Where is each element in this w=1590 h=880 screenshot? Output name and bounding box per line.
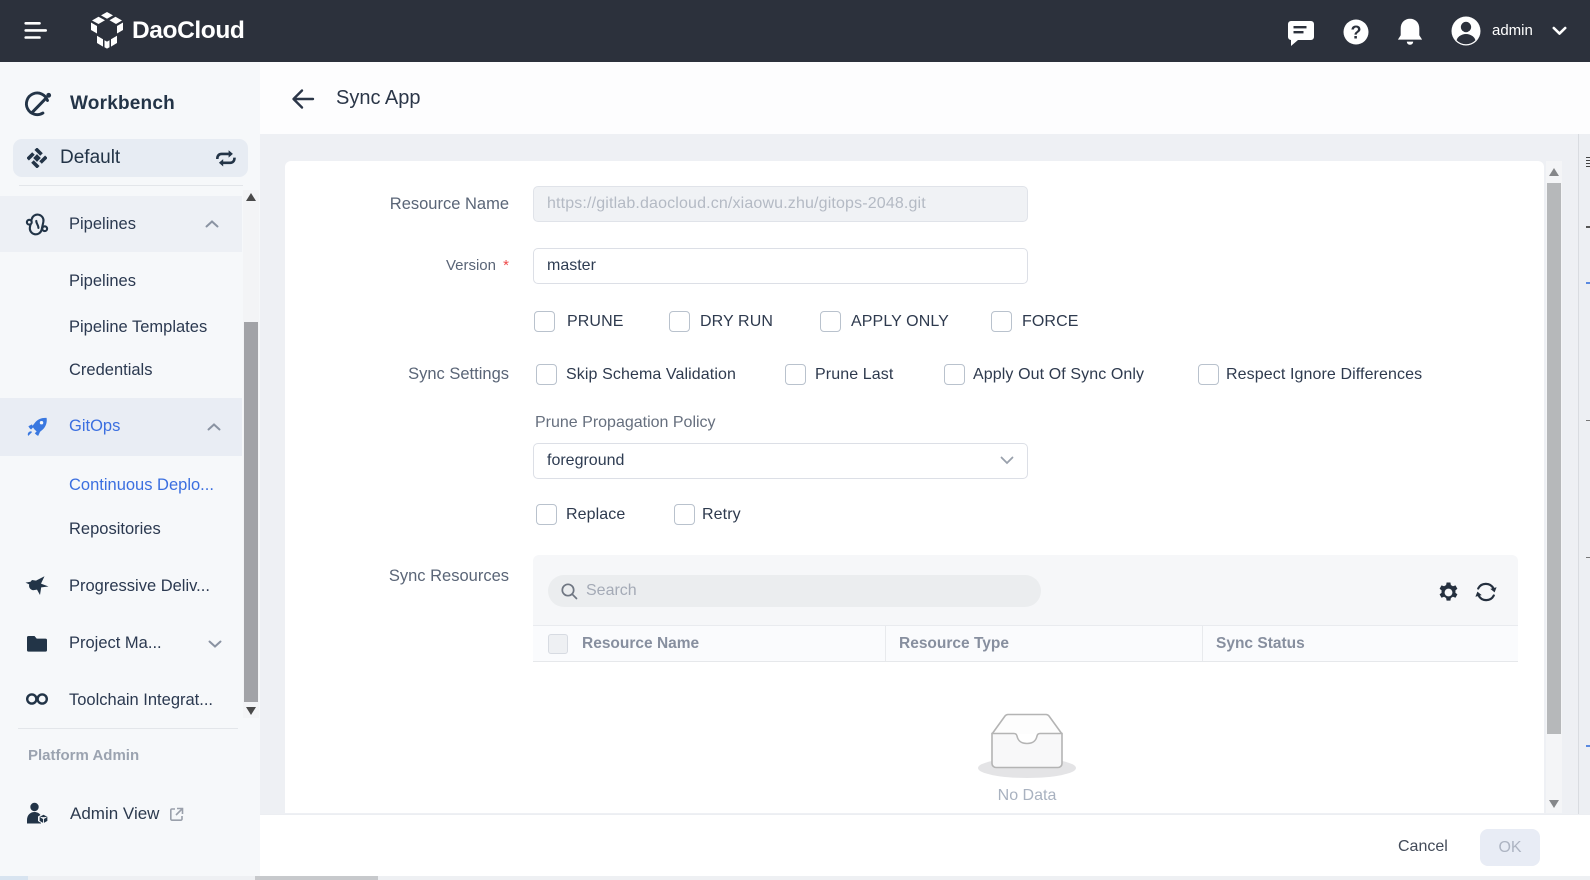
svg-text:?: ? — [1351, 23, 1362, 43]
